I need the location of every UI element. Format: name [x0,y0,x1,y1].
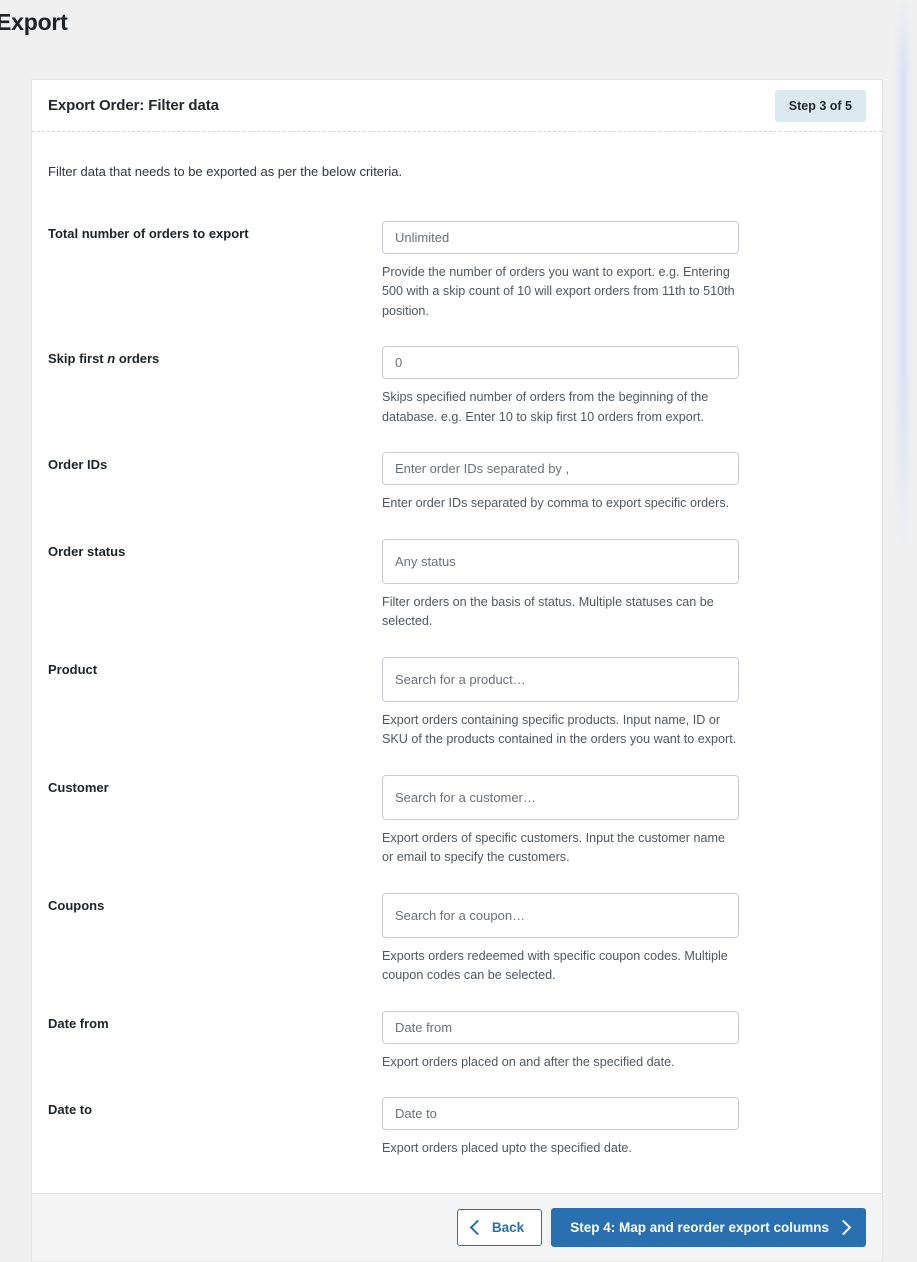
customer-search-placeholder: Search for a customer… [395,789,536,805]
label-suffix: orders [115,351,160,367]
field-control-total-orders: Provide the number of orders you want to… [368,206,866,332]
chevron-right-icon [835,1219,852,1236]
field-description: Provide the number of orders you want to… [382,264,735,318]
label-text: Order status [48,543,126,559]
field-description: Filter orders on the basis of status. Mu… [382,594,714,629]
next-step-button-label: Step 4: Map and reorder export columns [570,1219,829,1235]
field-label-skip-orders: Skip first n orders [48,331,368,437]
field-row-product: Product Search for a product… Export ord… [48,642,866,760]
export-wizard-card: Export Order: Filter data Step 3 of 5 Fi… [31,79,883,1262]
field-label-coupons: Coupons [48,878,368,996]
field-label-date-to: Date to [48,1082,368,1169]
field-row-date-to: Date to Export orders placed upto the sp… [48,1082,866,1169]
label-text: Date from [48,1015,109,1031]
field-description: Export orders placed upto the specified … [382,1141,632,1156]
customer-search-select[interactable]: Search for a customer… [382,774,739,820]
coupon-search-placeholder: Search for a coupon… [395,907,526,923]
step-badge: Step 3 of 5 [774,89,866,122]
field-row-order-status: Order status Any status Filter orders on… [48,524,866,642]
admin-page-wrap: Export [0,0,917,38]
label-text: Customer [48,779,109,795]
field-control-coupons: Search for a coupon… Exports orders rede… [368,878,866,996]
field-row-skip-orders: Skip first n orders Skips specified numb… [48,331,866,437]
back-button-label: Back [491,1219,525,1235]
total-orders-input[interactable] [382,220,739,254]
product-search-placeholder: Search for a product… [395,671,526,687]
card-header: Export Order: Filter data Step 3 of 5 [32,80,882,132]
field-label-customer: Customer [48,760,368,878]
field-description: Export orders containing specific produc… [382,712,737,747]
filter-form-table: Total number of orders to export Provide… [48,206,866,1169]
order-status-select[interactable]: Any status [382,538,739,584]
field-row-coupons: Coupons Search for a coupon… Exports ord… [48,878,866,996]
page-title: Export [0,9,68,35]
card-title: Export Order: Filter data [48,97,219,114]
field-label-order-ids: Order IDs [48,437,368,524]
order-ids-input[interactable] [382,452,739,486]
label-emphasis: n [107,351,116,367]
field-label-product: Product [48,642,368,760]
intro-text: Filter data that needs to be exported as… [48,164,403,179]
coupon-search-select[interactable]: Search for a coupon… [382,892,739,938]
label-text: Skip first [48,351,108,367]
label-text: Product [48,661,98,677]
field-row-order-ids: Order IDs Enter order IDs separated by c… [48,437,866,524]
field-description: Skips specified number of orders from th… [382,390,709,424]
back-button[interactable]: Back [456,1208,543,1247]
label-text: Order IDs [48,457,108,473]
skip-orders-input[interactable] [382,346,739,380]
field-description: Enter order IDs separated by comma to ex… [382,496,730,511]
date-to-input[interactable] [382,1097,739,1131]
next-step-button[interactable]: Step 4: Map and reorder export columns [551,1207,866,1248]
field-control-product: Search for a product… Export orders cont… [368,642,866,760]
field-control-order-ids: Enter order IDs separated by comma to ex… [368,437,866,524]
field-row-total-orders: Total number of orders to export Provide… [48,206,866,332]
field-description: Export orders placed on and after the sp… [382,1054,675,1069]
card-body: Filter data that needs to be exported as… [32,132,882,1193]
field-control-skip-orders: Skips specified number of orders from th… [368,331,866,437]
label-text: Total number of orders to export [48,225,249,241]
field-label-order-status: Order status [48,524,368,642]
label-text: Date to [48,1102,93,1118]
field-label-date-from: Date from [48,996,368,1083]
order-status-placeholder: Any status [395,553,456,569]
card-footer: Back Step 4: Map and reorder export colu… [32,1192,882,1262]
field-row-customer: Customer Search for a customer… Export o… [48,760,866,878]
filter-form-rows: Total number of orders to export Provide… [48,206,866,1169]
field-control-date-from: Export orders placed on and after the sp… [368,996,866,1083]
label-text: Coupons [48,897,105,913]
field-control-order-status: Any status Filter orders on the basis of… [368,524,866,642]
product-search-select[interactable]: Search for a product… [382,656,739,702]
chevron-left-icon [469,1219,486,1236]
field-row-date-from: Date from Export orders placed on and af… [48,996,866,1083]
field-description: Export orders of specific customers. Inp… [382,830,725,865]
field-label-total-orders: Total number of orders to export [48,206,368,332]
field-control-customer: Search for a customer… Export orders of … [368,760,866,878]
field-description: Exports orders redeemed with specific co… [382,948,728,983]
field-control-date-to: Export orders placed upto the specified … [368,1082,866,1169]
date-from-input[interactable] [382,1010,739,1044]
right-edge-gradient [893,0,917,1244]
